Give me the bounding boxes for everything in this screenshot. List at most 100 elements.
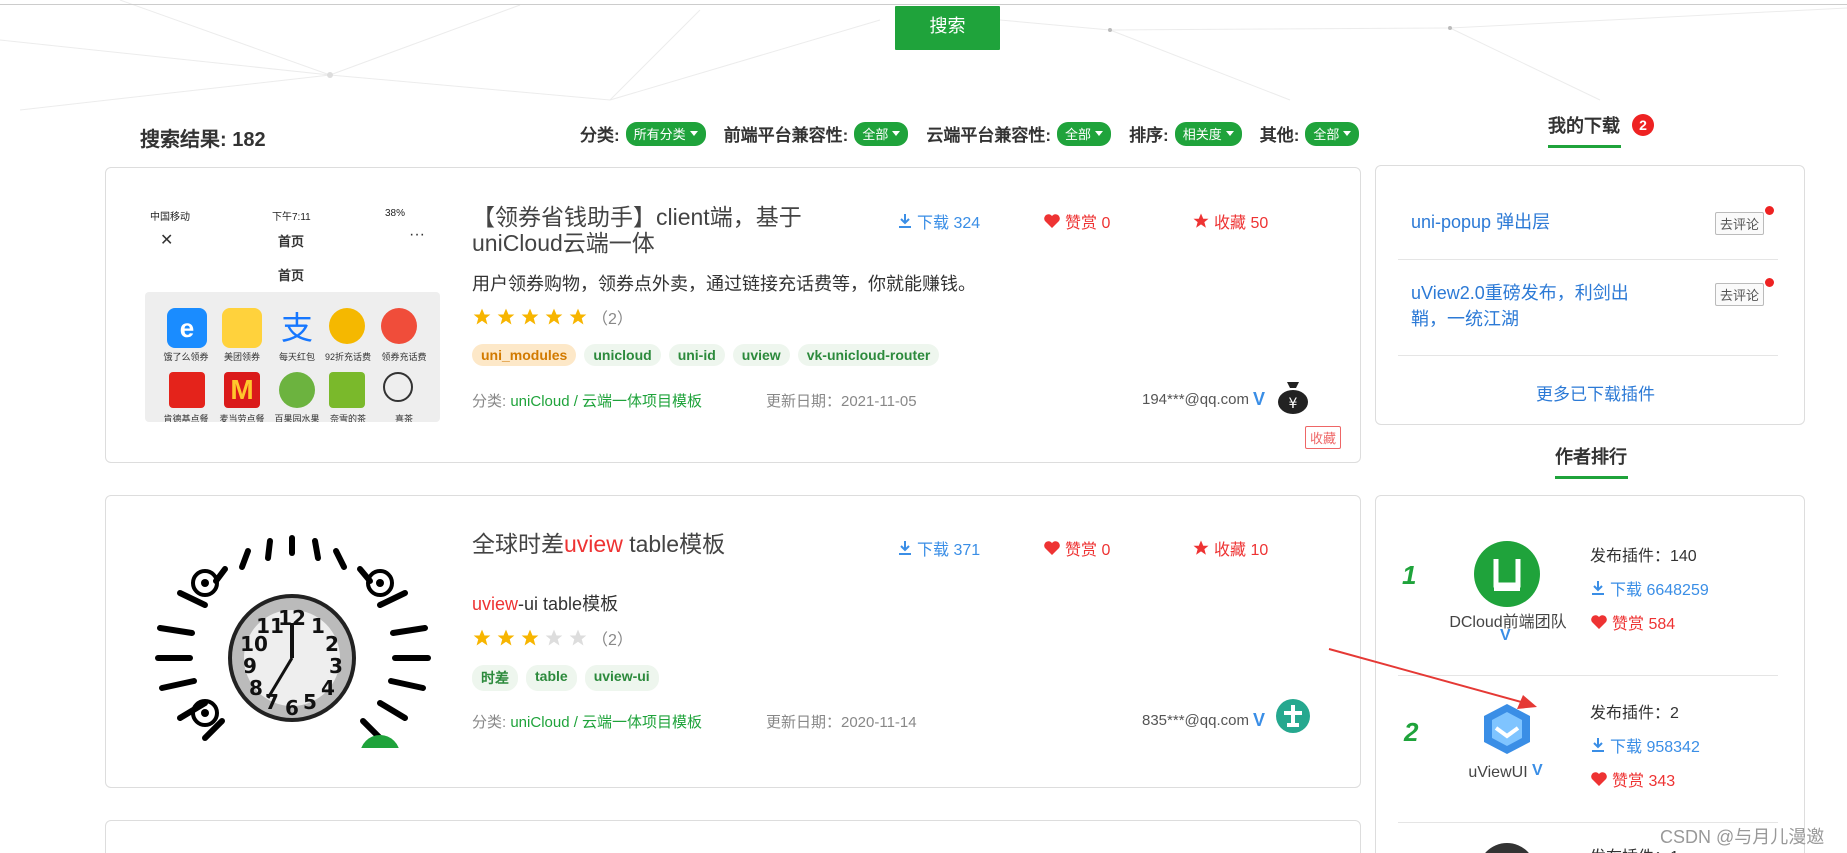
money-bag-icon: ¥ [1276, 378, 1310, 414]
download-icon [899, 214, 911, 228]
downloaded-plugin-link[interactable]: uView2.0重磅发布，利剑出 鞘，一统江湖 [1411, 280, 1671, 332]
filter-category-dropdown[interactable]: 所有分类 [625, 121, 706, 146]
plugin-description: uview-ui table模板 [472, 594, 619, 614]
star-filled-icon [521, 629, 539, 646]
filter-label-frontend: 前端平台兼容性: [723, 126, 849, 145]
plugin-thumbnail[interactable]: 12 1 2 3 4567 8 9 10 11 [150, 533, 435, 748]
plugin-category: 分类: uniCloud / 云端一体项目模板 [472, 714, 703, 731]
heytea-icon [383, 372, 413, 402]
published-count: 发布插件：140 [1590, 548, 1697, 565]
app-label: 饿了么领券 [163, 352, 209, 362]
phone-app-grid: e 支 饿了么领券 美团领券 每天红包 92折充话费 领券充话费 M 肯德基点餐… [145, 292, 440, 422]
more-downloads-link[interactable]: 更多已下载插件 [1536, 380, 1655, 405]
phone-status-battery: 38% [385, 208, 406, 219]
alipay-icon: 支 [280, 310, 313, 346]
svg-text:2: 2 [325, 632, 339, 656]
caret-down-icon [689, 131, 698, 136]
phone-nav-title: 首页 [278, 234, 305, 249]
svg-text:3: 3 [329, 654, 343, 678]
plugin-thumbnail[interactable]: 中国移动 下午7:11 38% ✕ 首页 ··· 首页 e 支 饿了么领券 美团… [145, 204, 440, 422]
star-filled-icon [473, 629, 491, 646]
search-button[interactable]: 搜索 [895, 6, 1000, 50]
heart-icon [1044, 214, 1060, 228]
search-result-count: 搜索结果: 182 [140, 129, 266, 151]
tag[interactable]: unicloud [584, 344, 661, 366]
caret-down-icon [1225, 131, 1234, 136]
phone-status-time: 下午7:11 [272, 212, 311, 223]
app-label: 领券充话费 [381, 352, 427, 362]
verified-icon: V [1252, 389, 1265, 409]
phone-page-title: 首页 [278, 268, 305, 283]
app-label: 奈雪的茶 [329, 414, 366, 422]
author-avatar[interactable] [1276, 699, 1310, 733]
filter-label-other: 其他: [1259, 126, 1300, 145]
filter-cloud-dropdown[interactable]: 全部 [1057, 121, 1112, 146]
filter-bar: 分类: 所有分类 前端平台兼容性: 全部 云端平台兼容性: 全部 排序: 相关度… [580, 121, 1360, 146]
plugin-updated: 更新日期：2021-11-05 [766, 393, 917, 410]
tag[interactable]: table [526, 665, 577, 691]
my-downloads-title[interactable]: 我的下载 [1548, 112, 1620, 138]
download-icon [1592, 581, 1604, 595]
favorite-button[interactable]: 收藏 [1305, 426, 1342, 449]
filter-sort-dropdown[interactable]: 相关度 [1174, 121, 1242, 146]
star-empty-icon [545, 629, 563, 646]
plugin-description: 用户领券购物，领券点外卖，通过链接充话费等，你就能赚钱。 [472, 274, 976, 294]
plugin-author[interactable]: 194***@qq.com V [1142, 389, 1265, 410]
download-count: 下载 324 [897, 209, 980, 233]
star-filled-icon [473, 308, 491, 325]
annotation-arrow [1328, 648, 1537, 709]
tag[interactable]: uview-ui [584, 665, 659, 691]
mcdonalds-icon: M [224, 372, 260, 408]
tag[interactable]: uni-id [668, 344, 725, 366]
tag[interactable]: uni_modules [472, 344, 577, 366]
filter-frontend-dropdown[interactable]: 全部 [854, 121, 909, 146]
plugin-updated: 更新日期：2020-11-14 [766, 714, 917, 731]
star-icon [1193, 213, 1209, 228]
star-icon [1193, 540, 1209, 555]
review-button[interactable]: 去评论 [1715, 212, 1765, 235]
pagoda-icon [279, 372, 315, 408]
plugin-author[interactable]: 835***@qq.com V [1142, 710, 1265, 731]
meituan-icon [222, 308, 262, 348]
recharge-92-icon [329, 308, 365, 344]
notification-dot [1765, 278, 1774, 287]
like-count: 赞赏 0 [1043, 209, 1110, 233]
caret-down-icon [892, 131, 901, 136]
divider [1398, 355, 1778, 356]
plugin-title[interactable]: 【领券省钱助手】client端，基于 uniCloud云端一体 [472, 204, 852, 256]
plugin-title[interactable]: 全球时差uview table模板 [472, 531, 725, 557]
dcloud-avatar[interactable] [1474, 541, 1540, 607]
svg-text:9: 9 [243, 654, 257, 678]
filter-other-dropdown[interactable]: 全部 [1305, 121, 1360, 146]
tag-list: uni_modules unicloud uni-id uview vk-uni… [472, 344, 940, 366]
review-button[interactable]: 去评论 [1715, 283, 1765, 306]
svg-text:4: 4 [321, 676, 335, 700]
plugin-card[interactable] [105, 820, 1361, 853]
category-link[interactable]: uniCloud / 云端一体项目模板 [510, 393, 702, 410]
verified-icon: V [1252, 710, 1265, 730]
filter-label-category: 分类: [580, 126, 620, 145]
app-label: 肯德基点餐 [163, 414, 209, 422]
close-icon: ✕ [160, 232, 174, 249]
heart-icon [1591, 615, 1607, 629]
qr-code-image: 12 123 4567 891011 [155, 535, 431, 748]
heart-icon [1591, 772, 1607, 786]
tag[interactable]: 时差 [472, 665, 518, 691]
svg-text:6: 6 [285, 696, 299, 720]
plugin-category: 分类: uniCloud / 云端一体项目模板 [472, 393, 703, 410]
author-rank-title[interactable]: 作者排行 [1555, 443, 1627, 469]
star-filled-icon [569, 308, 587, 325]
svg-text:1: 1 [311, 614, 325, 638]
tag[interactable]: vk-unicloud-router [797, 344, 940, 366]
tag[interactable]: uview [732, 344, 790, 366]
download-icon [1592, 738, 1604, 752]
app-label: 麦当劳点餐 [219, 414, 265, 422]
rating: （2） [472, 305, 633, 329]
downloaded-plugin-link[interactable]: uni-popup 弹出层 [1411, 209, 1550, 235]
more-dots-icon: ··· [409, 226, 425, 243]
rating-stars [472, 307, 588, 327]
notification-dot [1765, 206, 1774, 215]
author-downloads: 下载 6648259 [1590, 576, 1709, 600]
category-link[interactable]: uniCloud / 云端一体项目模板 [510, 714, 702, 731]
rank-number: 2 [1404, 717, 1419, 747]
